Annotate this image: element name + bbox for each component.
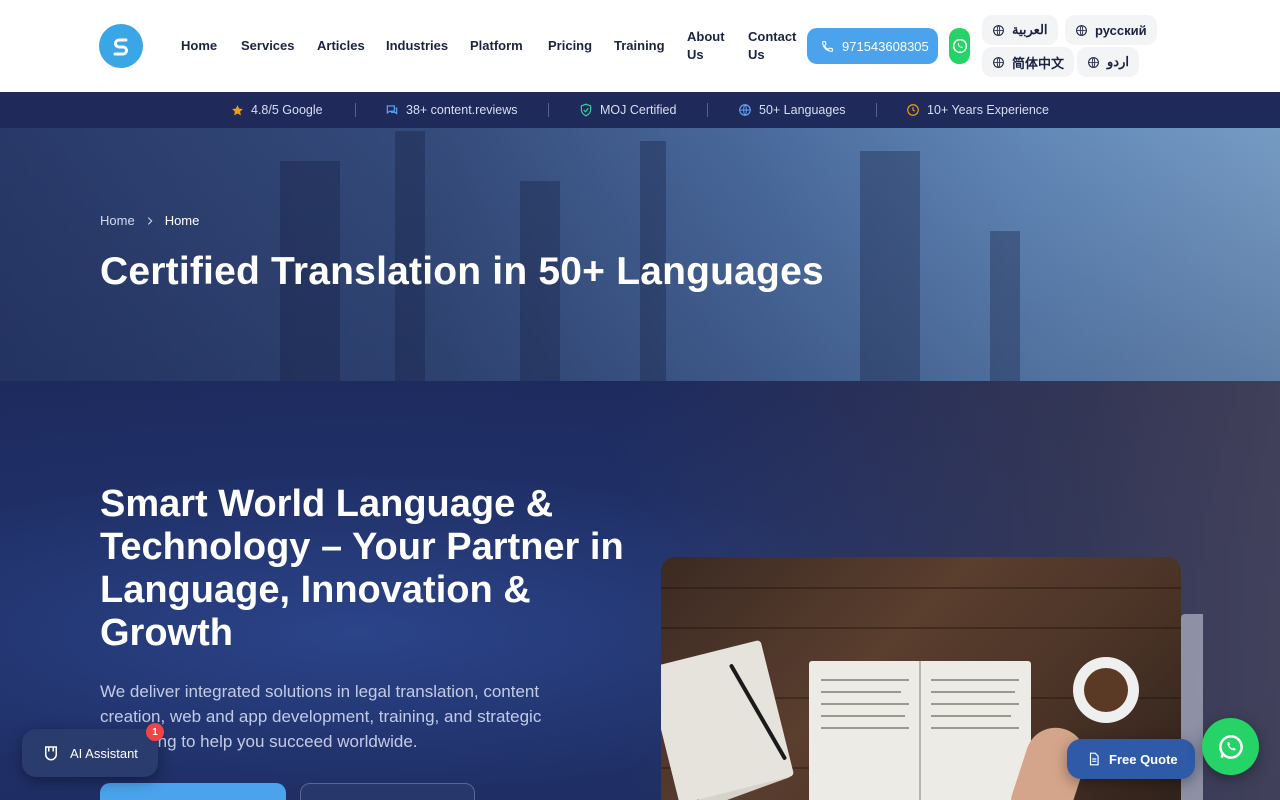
lang-arabic-label: العربية [1012, 22, 1048, 37]
page-title: Certified Translation in 50+ Languages [100, 250, 824, 293]
nav-pricing[interactable]: Pricing [548, 37, 592, 55]
whatsapp-float-button[interactable] [1202, 718, 1259, 775]
notebook-shape [661, 639, 795, 800]
page-banner: Home Home Certified Translation in 50+ L… [0, 128, 1280, 381]
globe-icon [993, 56, 1004, 68]
trust-label: 50+ Languages [759, 103, 846, 117]
trust-divider [707, 103, 708, 117]
ai-assistant-button[interactable]: AI Assistant [22, 729, 158, 777]
lang-russian[interactable]: русский [1065, 15, 1157, 45]
breadcrumb-home-link[interactable]: Home [100, 213, 135, 228]
lang-urdu-label: اردو [1107, 54, 1129, 69]
text-line [821, 703, 909, 705]
globe-icon [993, 24, 1004, 36]
hero-description: We deliver integrated solutions in legal… [100, 682, 542, 751]
trust-item-experience: 10+ Years Experience [906, 92, 1049, 128]
notification-badge: 1 [146, 723, 164, 741]
clock-icon [907, 104, 919, 116]
lang-arabic[interactable]: العربية [982, 15, 1058, 45]
trust-bar: 4.8/5 Google 38+ content.reviews MOJ Cer… [0, 92, 1280, 128]
text-line [931, 691, 1015, 693]
ai-assistant-label: AI Assistant [70, 745, 138, 761]
nav-home[interactable]: Home [181, 37, 217, 55]
phone-button[interactable]: 971543608305 [807, 28, 938, 64]
nav-about-us[interactable]: About Us [687, 28, 729, 64]
star-icon [232, 104, 243, 115]
chat-icon [386, 105, 398, 115]
trust-divider [548, 103, 549, 117]
hero-title: Smart World Language & Technology – Your… [100, 483, 624, 654]
lang-chinese-label: 简体中文 [1012, 55, 1065, 71]
lang-chinese[interactable]: 简体中文 [982, 47, 1075, 77]
s-logo-icon [113, 38, 128, 56]
site-logo[interactable] [99, 24, 143, 68]
phone-number: 971543608305 [842, 38, 929, 54]
nav-articles[interactable]: Articles [317, 37, 365, 55]
text-line [821, 679, 909, 681]
coffee [1084, 668, 1128, 712]
text-line [821, 727, 909, 729]
coffee-cup-shape [1073, 657, 1139, 723]
globe-icon [1088, 56, 1099, 68]
text-line [931, 715, 1011, 717]
trust-label: MOJ Certified [600, 103, 677, 117]
robot-icon [45, 746, 57, 761]
text-line [931, 727, 1019, 729]
nav-platform[interactable]: Platform [470, 37, 523, 55]
trust-label: 10+ Years Experience [927, 103, 1049, 117]
globe-icon [739, 104, 751, 116]
text-line [931, 703, 1019, 705]
phone-icon [822, 40, 833, 52]
trust-label: 38+ content.reviews [406, 103, 518, 117]
whatsapp-icon [1218, 734, 1243, 759]
trust-divider [876, 103, 877, 117]
nav-services[interactable]: Services [241, 37, 295, 55]
breadcrumb-current: Home [164, 213, 200, 228]
shield-check-icon [580, 103, 592, 117]
trust-item-certified: MOJ Certified [579, 92, 676, 128]
open-book-shape [809, 661, 1031, 800]
nav-industries[interactable]: Industries [386, 37, 448, 55]
nav-contact-us[interactable]: Contact Us [748, 28, 800, 64]
free-quote-label: Free Quote [1109, 751, 1178, 767]
wood-grain [661, 587, 1181, 589]
nav-training[interactable]: Training [614, 37, 665, 55]
hero-primary-button[interactable] [100, 783, 286, 800]
free-quote-button[interactable]: Free Quote [1067, 739, 1195, 779]
text-line [821, 715, 905, 717]
breadcrumb: Home Home [100, 213, 199, 228]
globe-icon [1076, 24, 1087, 36]
whatsapp-header-button[interactable] [949, 28, 970, 64]
book-spine [919, 661, 921, 800]
trust-divider [355, 103, 356, 117]
text-line [821, 691, 901, 693]
whatsapp-icon [952, 38, 967, 54]
hero-section: Smart World Language & Technology – Your… [0, 381, 1280, 800]
document-icon [1089, 752, 1099, 766]
lang-russian-label: русский [1095, 22, 1147, 38]
trust-item-rating: 4.8/5 Google [231, 92, 323, 128]
trust-item-languages: 50+ Languages [738, 92, 846, 128]
lang-urdu[interactable]: اردو [1077, 47, 1139, 77]
wood-grain [661, 627, 1181, 629]
text-line [931, 679, 1019, 681]
site-header: Home Services Articles Industries Platfo… [0, 0, 1280, 92]
trust-label: 4.8/5 Google [251, 103, 323, 117]
chevron-right-icon [147, 216, 153, 225]
hero-secondary-button[interactable] [300, 783, 475, 800]
trust-item-reviews: 38+ content.reviews [385, 92, 518, 128]
